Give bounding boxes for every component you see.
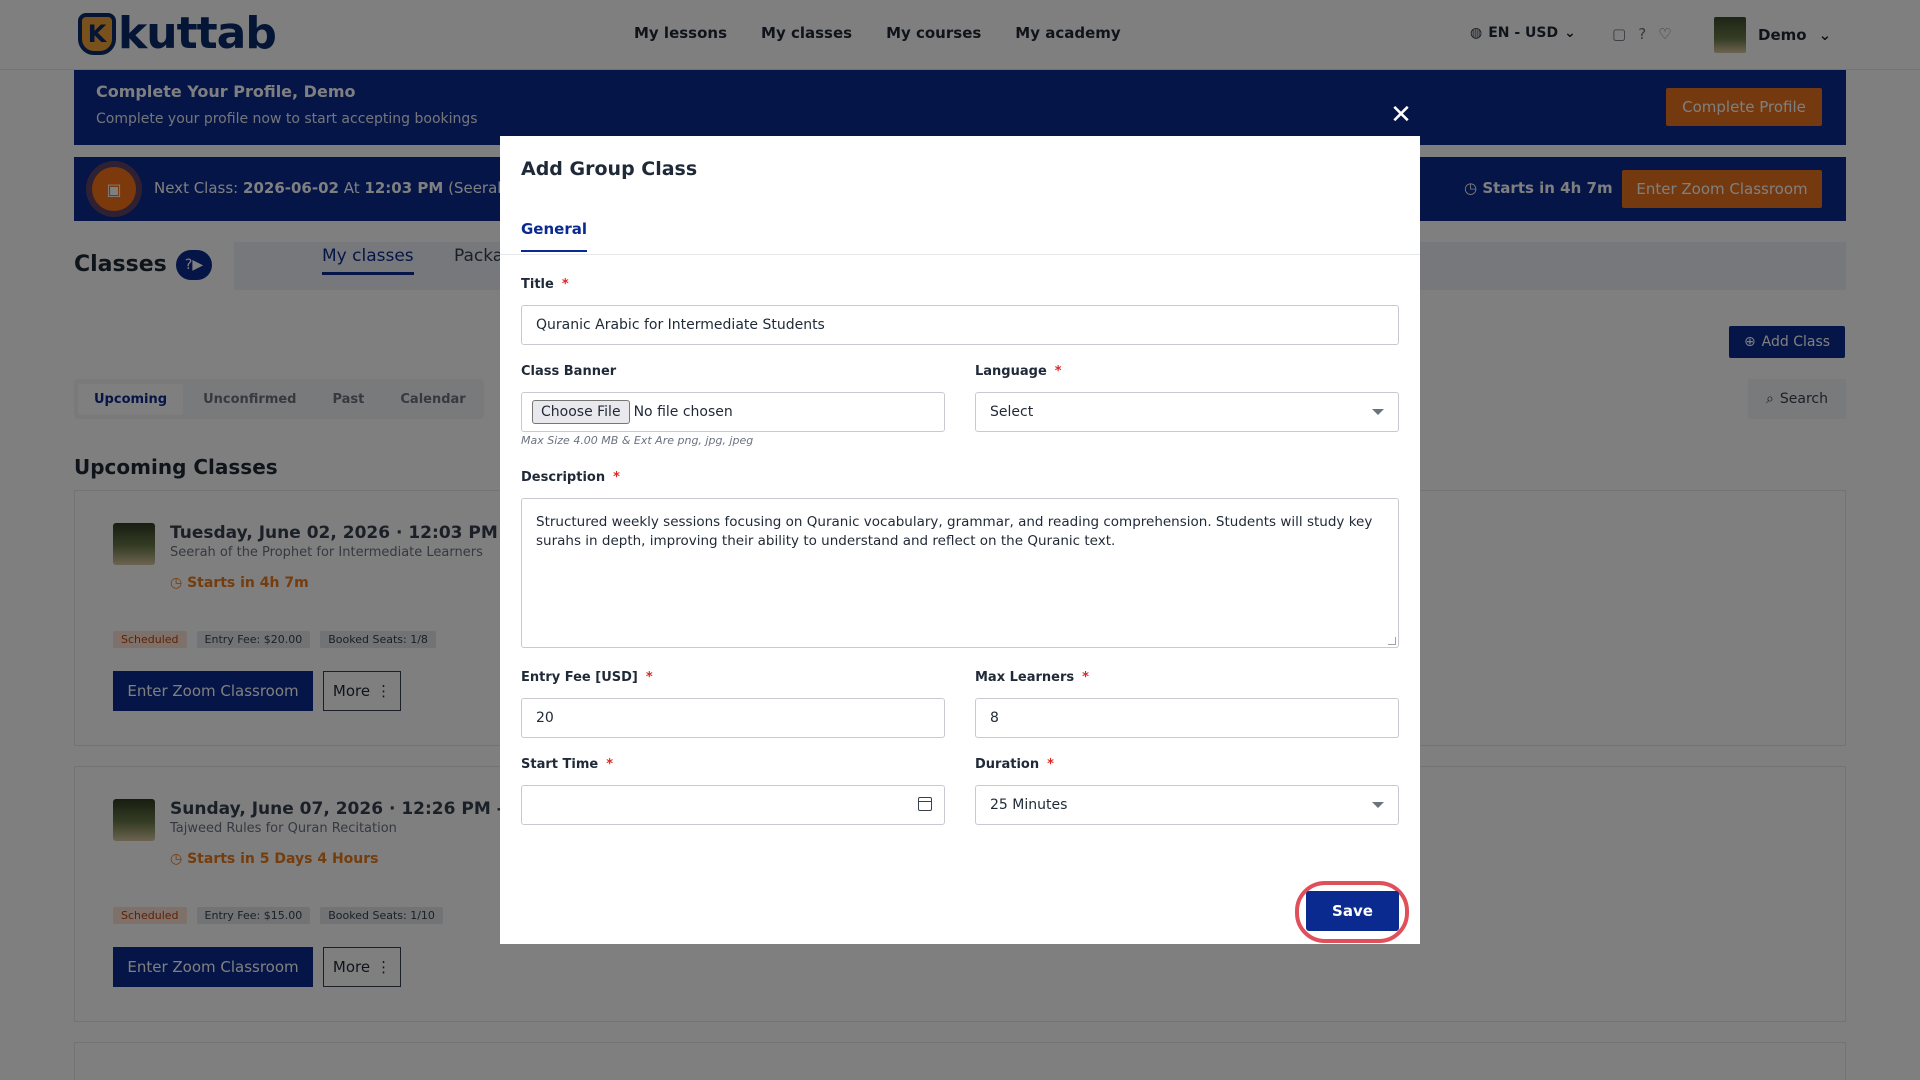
title-label-text: Title xyxy=(521,277,554,292)
start-time-input[interactable] xyxy=(536,797,930,813)
description-label-text: Description xyxy=(521,470,606,485)
start-time-label-text: Start Time xyxy=(521,757,599,772)
entry-fee-label: Entry Fee [USD] * xyxy=(521,670,653,685)
class-banner-label: Class Banner xyxy=(521,364,617,379)
tab-divider xyxy=(500,254,1420,255)
language-select[interactable]: Select xyxy=(975,392,1399,432)
tab-general[interactable]: General xyxy=(521,220,587,252)
max-learners-input[interactable] xyxy=(990,710,1384,726)
title-input[interactable] xyxy=(536,317,1384,333)
duration-label: Duration * xyxy=(975,757,1054,772)
required-mark: * xyxy=(561,277,569,292)
max-learners-label-text: Max Learners xyxy=(975,670,1075,685)
required-mark: * xyxy=(1082,670,1089,685)
required-mark: * xyxy=(645,670,653,685)
duration-label-text: Duration xyxy=(975,757,1040,772)
modal-title: Add Group Class xyxy=(521,158,698,180)
save-button[interactable]: Save xyxy=(1306,891,1399,931)
resize-handle-icon[interactable] xyxy=(1388,637,1396,645)
close-icon[interactable]: ✕ xyxy=(1389,100,1413,130)
add-group-class-modal: Add Group Class General Title * Class Ban… xyxy=(500,136,1420,944)
no-file-text: No file chosen xyxy=(633,404,733,420)
title-field[interactable] xyxy=(521,305,1399,345)
description-textarea[interactable]: Structured weekly sessions focusing on Q… xyxy=(521,498,1399,648)
start-time-field[interactable] xyxy=(521,785,945,825)
duration-select[interactable]: 25 Minutes xyxy=(975,785,1399,825)
language-label-text: Language xyxy=(975,364,1047,379)
caret-down-icon xyxy=(1372,409,1384,415)
banner-hint: Max Size 4.00 MB & Ext Are png, jpg, jpe… xyxy=(521,434,754,447)
description-label: Description * xyxy=(521,470,620,485)
entry-fee-label-text: Entry Fee [USD] xyxy=(521,670,638,685)
title-label: Title * xyxy=(521,277,569,292)
language-label: Language * xyxy=(975,364,1062,379)
start-time-label: Start Time * xyxy=(521,757,613,772)
entry-fee-input[interactable] xyxy=(536,710,930,726)
caret-down-icon xyxy=(1372,802,1384,808)
max-learners-field[interactable] xyxy=(975,698,1399,738)
required-mark: * xyxy=(606,757,613,772)
language-select-value: Select xyxy=(990,404,1034,420)
entry-fee-field[interactable] xyxy=(521,698,945,738)
duration-select-value: 25 Minutes xyxy=(990,797,1068,813)
required-mark: * xyxy=(1047,757,1054,772)
class-banner-file-input[interactable]: Choose File No file chosen xyxy=(521,392,945,432)
description-text: Structured weekly sessions focusing on Q… xyxy=(536,514,1373,549)
required-mark: * xyxy=(613,470,620,485)
max-learners-label: Max Learners * xyxy=(975,670,1089,685)
calendar-icon[interactable] xyxy=(918,797,932,811)
choose-file-button[interactable]: Choose File xyxy=(532,400,630,424)
required-mark: * xyxy=(1054,364,1062,379)
